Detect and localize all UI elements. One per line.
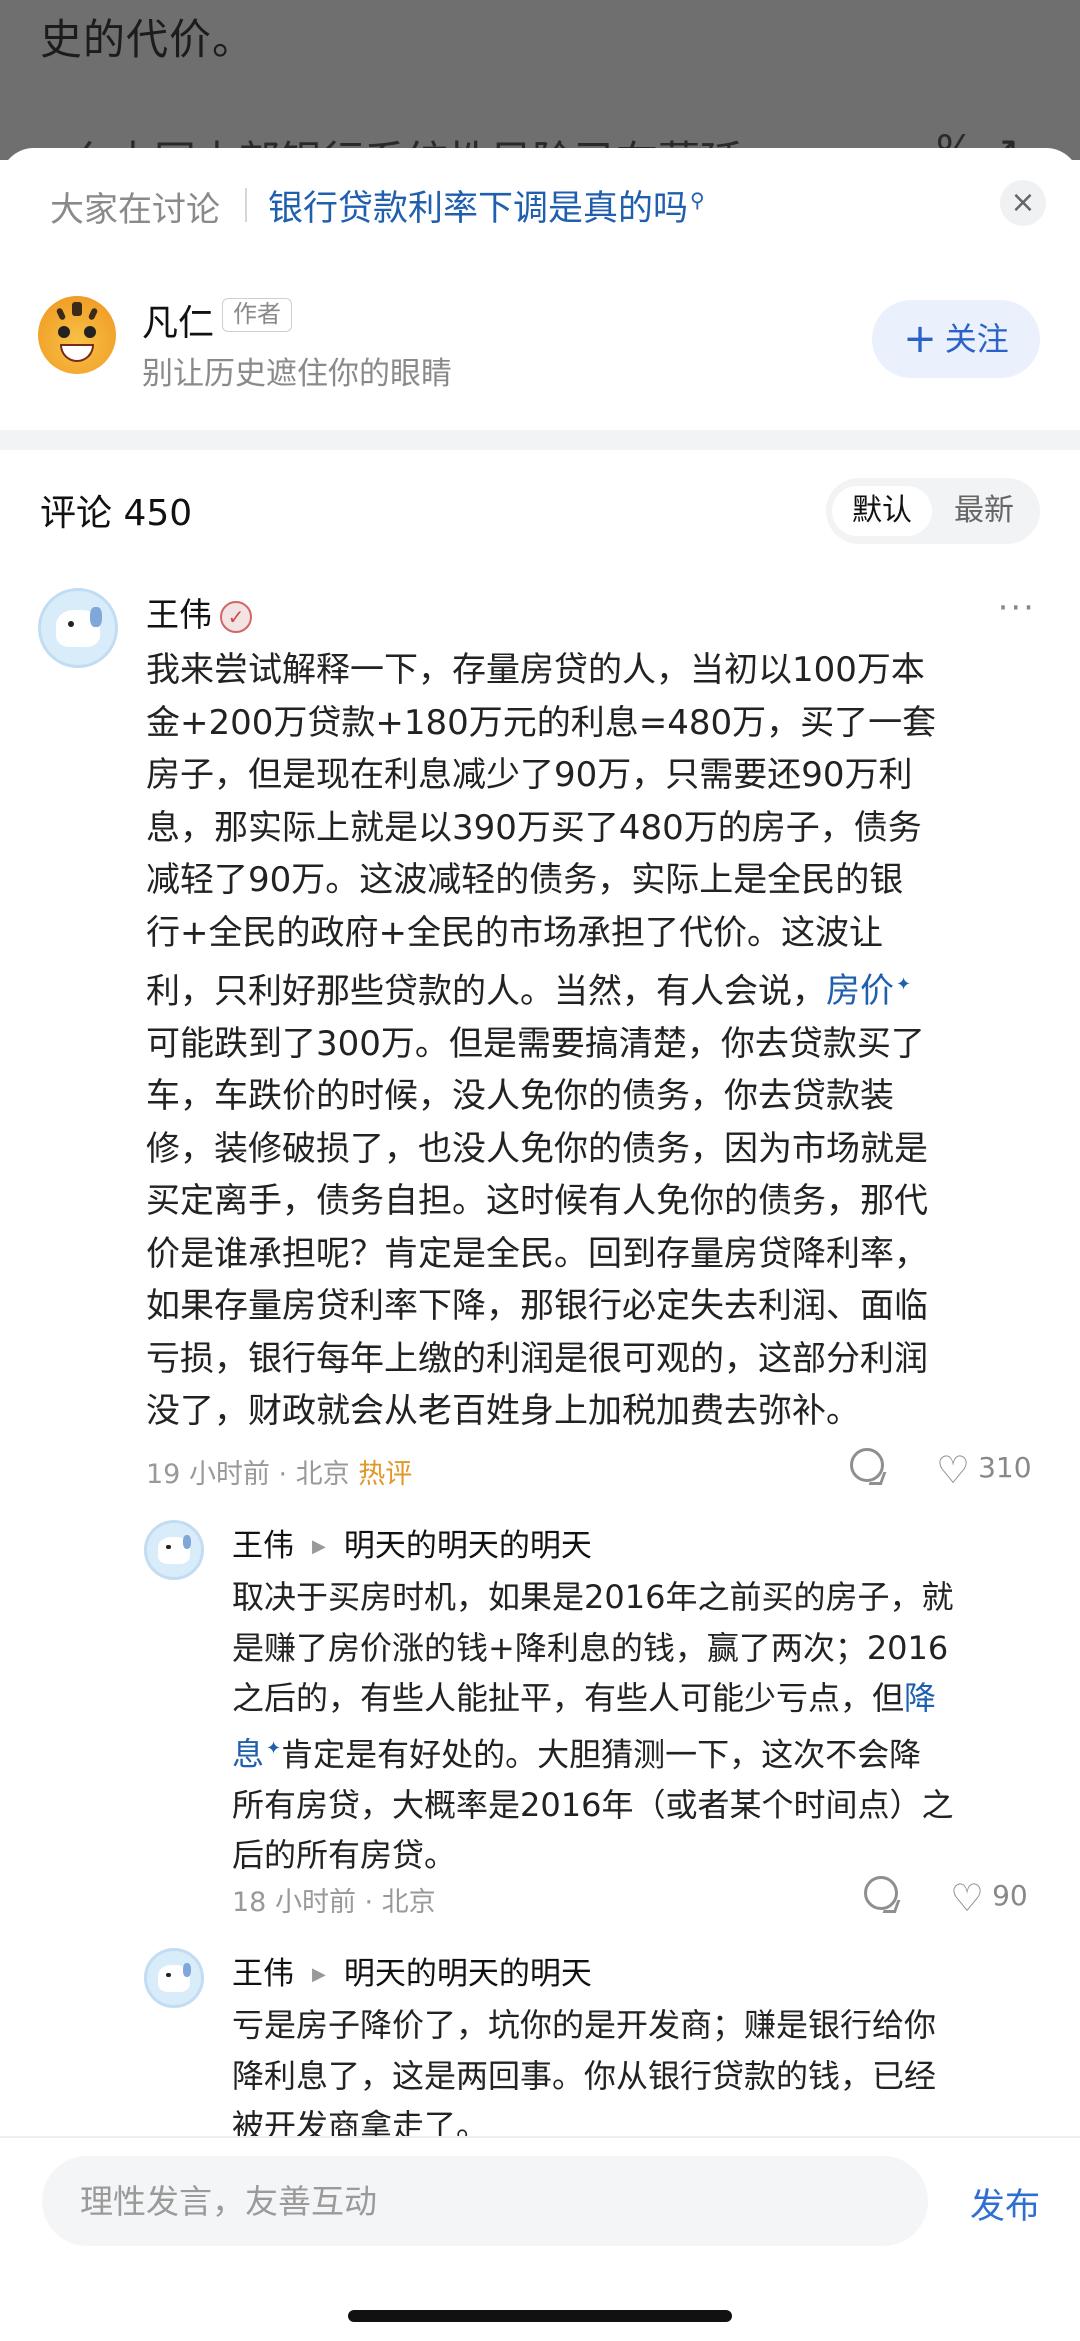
- follow-button[interactable]: + 关注: [872, 300, 1040, 378]
- rate-cut-link-b[interactable]: 息 ✦: [232, 1735, 281, 1773]
- commenter-avatar[interactable]: [38, 588, 118, 668]
- comment-input-bar: 发布: [0, 2136, 1080, 2341]
- house-price-link[interactable]: 房价 ✦: [826, 971, 911, 1011]
- discussion-topic-text: 银行贷款利率下调是真的吗: [268, 189, 689, 229]
- sort-toggle: 默认 最新: [826, 478, 1040, 544]
- rate-cut-link-a[interactable]: 降: [904, 1679, 936, 1717]
- heart-icon: ♡: [936, 1448, 971, 1492]
- reply-comment-button[interactable]: [864, 1876, 898, 1911]
- search-icon: ⚲: [690, 188, 705, 213]
- more-options-icon[interactable]: ···: [998, 588, 1036, 628]
- author-avatar[interactable]: [38, 296, 116, 374]
- reply-line: 所有房贷，大概率是2016年（或者某个时间点）之: [232, 1785, 954, 1824]
- author-bio: 别让历史遮住你的眼睛: [142, 356, 452, 392]
- background-text: 史的代价。: [40, 15, 256, 64]
- comment-line: 我来尝试解释一下，存量房贷的人，当初以100万本: [146, 650, 925, 690]
- reply-names: 王伟 ▶ 明天的明天的明天: [232, 1520, 592, 1565]
- rate-cut-link-b-text: 息: [232, 1735, 265, 1774]
- comments-sheet: 大家在讨论 银行贷款利率下调是真的吗 ⚲ × 凡仁 作者 别让历史遮住你的眼睛 +…: [0, 148, 1080, 2341]
- comment-line: 如果存量房贷利率下降，那银行必定失去利润、面临: [146, 1286, 928, 1327]
- like-count: 310: [978, 1451, 1032, 1484]
- comment-meta: 19 小时前 · 北京 热评: [146, 1452, 412, 1491]
- commenter-name[interactable]: 王伟 ✓: [146, 588, 252, 636]
- sparkle-icon: ✦: [896, 974, 912, 995]
- follow-label: 关注: [944, 320, 1009, 358]
- reply-like-count: 90: [992, 1879, 1028, 1912]
- reply-line: 是赚了房价涨的钱+降利息的钱，赢了两次；2016: [232, 1628, 949, 1667]
- comment-line: 可能跌到了300万。但是需要搞清楚，你去贷款买了: [146, 1023, 925, 1064]
- divider: [245, 188, 247, 222]
- comment-line: 车，车跌价的时候，没人免你的债务，你去贷款装: [146, 1076, 894, 1117]
- sort-default-tab[interactable]: 默认: [832, 486, 932, 536]
- commenter-name-text: 王伟: [146, 595, 212, 634]
- reply-line: 之后的，有些人能扯平，有些人可能少亏点，但降: [232, 1673, 1052, 1724]
- close-button[interactable]: ×: [1000, 180, 1046, 226]
- reply-line: 亏是房子降价了，坑你的是开发商；赚是银行给你: [232, 2006, 937, 2044]
- comments-count-title: 评论 450: [40, 493, 193, 534]
- author-name[interactable]: 凡仁: [142, 294, 214, 346]
- reply-button[interactable]: [850, 1448, 884, 1483]
- author-badge: 作者: [222, 298, 292, 332]
- reply-body: 亏是房子降价了，坑你的是开发商；赚是银行给你 降利息了，这是两回事。你从银行贷款…: [232, 2000, 1052, 2152]
- comment-line-text: 利，只利好那些贷款的人。当然，有人会说，: [146, 971, 826, 1012]
- plus-icon: +: [903, 316, 937, 362]
- comment-input[interactable]: [80, 2156, 880, 2246]
- reply-arrow-icon: ▶: [312, 1536, 326, 1557]
- comment-bubble-icon: [850, 1448, 884, 1482]
- comment-line: 买定离手，债务自担。这时候有人免你的债务，那代: [146, 1181, 928, 1222]
- reply-line-text: 肯定是有好处的。大胆猜测一下，这次不会降: [281, 1735, 922, 1774]
- section-separator: [0, 430, 1080, 450]
- sort-latest-tab[interactable]: 最新: [934, 486, 1034, 536]
- verified-icon: ✓: [220, 601, 252, 633]
- discussion-topic-link[interactable]: 银行贷款利率下调是真的吗 ⚲: [268, 180, 705, 231]
- like-button[interactable]: ♡ 310: [936, 1448, 1032, 1492]
- reply-like-button[interactable]: ♡ 90: [950, 1876, 1028, 1920]
- reply-line: 降利息了，这是两回事。你从银行贷款的钱，已经: [232, 2056, 937, 2095]
- reply-line: 后的所有房贷。: [232, 1836, 457, 1875]
- comment-line: 没了，财政就会从老百姓身上加税加费去弥补。: [146, 1391, 860, 1432]
- reply-to-user[interactable]: 明天的明天的明天: [344, 1956, 592, 1992]
- reply-avatar[interactable]: [144, 1520, 204, 1580]
- reply-line-text: 之后的，有些人能扯平，有些人可能少亏点，但: [232, 1679, 905, 1717]
- comment-line: 亏损，银行每年上缴的利润是很可观的，这部分利润: [146, 1338, 928, 1379]
- comment-bubble-icon: [864, 1876, 898, 1910]
- reply-author[interactable]: 王伟: [232, 1956, 294, 1992]
- reply-line: 息 ✦肯定是有好处的。大胆猜测一下，这次不会降: [232, 1724, 1052, 1780]
- discussion-label: 大家在讨论: [50, 190, 220, 230]
- comment-input-container: [42, 2156, 928, 2246]
- publish-button[interactable]: 发布: [970, 2178, 1040, 2229]
- home-indicator: [348, 2310, 732, 2322]
- reply-to-user[interactable]: 明天的明天的明天: [344, 1528, 592, 1564]
- reply-avatar[interactable]: [144, 1948, 204, 2008]
- reply-names: 王伟 ▶ 明天的明天的明天: [232, 1948, 592, 1993]
- comment-time: 19 小时前 · 北京: [146, 1459, 350, 1490]
- heart-icon: ♡: [950, 1876, 985, 1920]
- comments-header: 评论 450 默认 最新: [0, 478, 1080, 558]
- comment-line: 房子，但是现在利息减少了90万，只需要还90万利: [146, 755, 913, 795]
- reply-body: 取决于买房时机，如果是2016年之前买的房子，就 是赚了房价涨的钱+降利息的钱，…: [232, 1572, 1052, 1881]
- discussion-bar: 大家在讨论 银行贷款利率下调是真的吗 ⚲ ×: [0, 148, 1080, 258]
- author-card: 凡仁 作者 别让历史遮住你的眼睛 + 关注: [0, 278, 1080, 408]
- reply-arrow-icon: ▶: [312, 1964, 326, 1985]
- reply-meta: 18 小时前 · 北京: [232, 1887, 436, 1918]
- reply-author[interactable]: 王伟: [232, 1528, 294, 1564]
- sparkle-icon: ✦: [266, 1737, 282, 1759]
- comment-line: 利，只利好那些贷款的人。当然，有人会说，房价 ✦: [146, 959, 1046, 1018]
- comment-line: 行+全民的政府+全民的市场承担了代价。这波让: [146, 912, 883, 953]
- comment-line: 价是谁承担呢？肯定是全民。回到存量房贷降利率，: [146, 1233, 928, 1274]
- reply-line: 取决于买房时机，如果是2016年之前买的房子，就: [232, 1578, 954, 1616]
- background-article: 史的代价。 么中国中部银行系统性风险已在蔓延 % ↗: [0, 0, 1080, 160]
- comment-body: 我来尝试解释一下，存量房贷的人，当初以100万本 金+200万贷款+180万元的…: [146, 644, 1046, 1438]
- house-price-link-text: 房价: [826, 971, 894, 1012]
- comment-line: 减轻了90万。这波减轻的债务，实际上是全民的银: [146, 860, 904, 900]
- comment-line: 息，那实际上就是以390万买了480万的房子，债务: [146, 807, 922, 848]
- comment-line: 修，装修破损了，也没人免你的债务，因为市场就是: [146, 1128, 928, 1169]
- hot-badge: 热评: [358, 1459, 413, 1490]
- comment-line: 金+200万贷款+180万元的利息=480万，买了一套: [146, 702, 937, 743]
